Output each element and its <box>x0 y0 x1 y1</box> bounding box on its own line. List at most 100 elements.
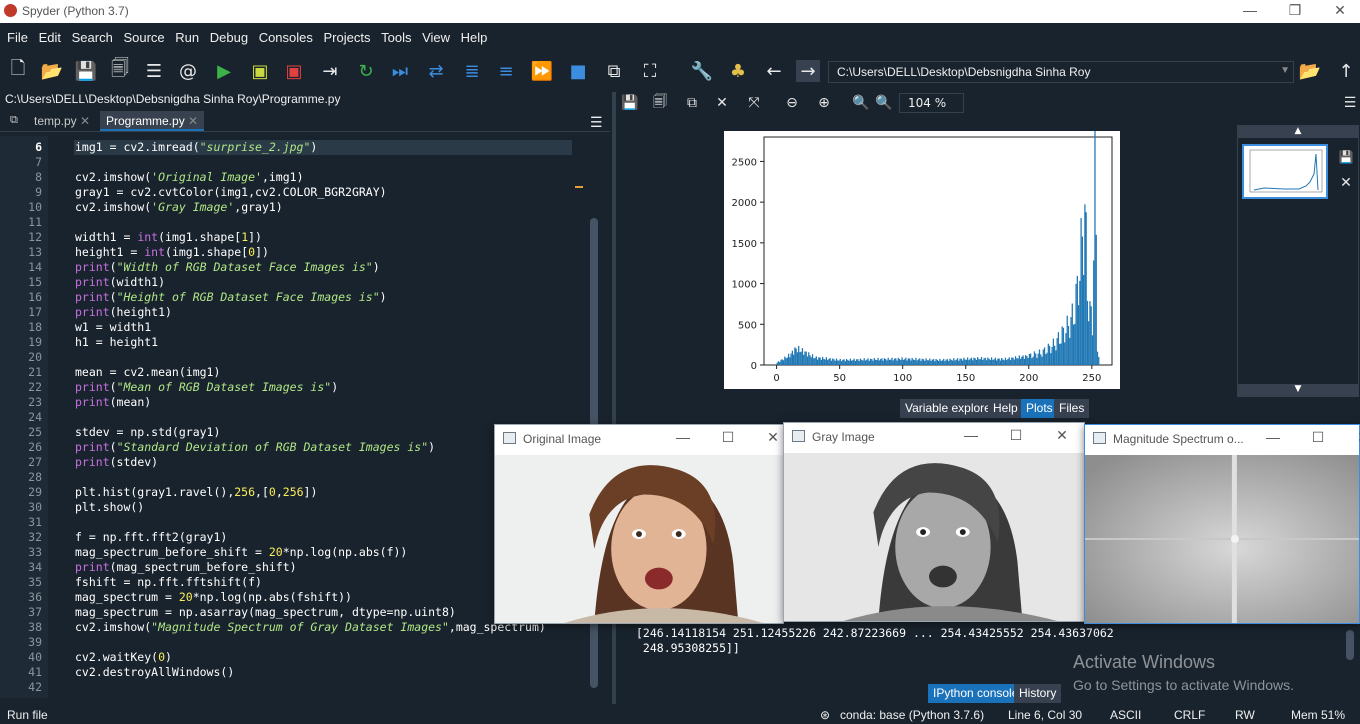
zoom-level-field[interactable]: 104 % <box>899 93 964 113</box>
close-button[interactable]: ✕ <box>1052 427 1072 444</box>
gray-image-titlebar[interactable]: Gray Image — ☐ ✕ <box>784 423 1084 451</box>
menu-tools[interactable]: Tools <box>381 30 411 45</box>
code-token: print <box>75 305 110 319</box>
minimize-button[interactable]: — <box>961 427 981 443</box>
preferences-wrench-icon[interactable]: 🔧 <box>690 60 714 82</box>
open-file-icon[interactable]: 📂 <box>40 60 64 82</box>
save-icon[interactable]: 💾 <box>74 60 98 82</box>
forward-arrow-icon[interactable]: → <box>796 60 820 82</box>
histogram-bar <box>1009 360 1012 365</box>
browse-folder-icon[interactable]: 📂 <box>1298 60 1322 82</box>
working-directory-input[interactable]: C:\Users\DELL\Desktop\Debsnigdha Sinha R… <box>828 61 1294 83</box>
tab-history[interactable]: History <box>1014 684 1062 703</box>
line-number: 27 <box>28 455 42 469</box>
editor-options-menu-icon[interactable]: ☰ <box>584 111 609 131</box>
zoom-out-icon[interactable]: 🔍 <box>849 92 873 114</box>
python-path-icon[interactable]: ♣ <box>726 60 750 82</box>
save-thumb-icon[interactable]: 💾 <box>1334 146 1358 168</box>
tab-files[interactable]: Files <box>1054 399 1090 418</box>
previous-plot-icon[interactable]: ⊖ <box>780 92 804 114</box>
tab-help[interactable]: Help <box>988 399 1023 418</box>
minimize-button[interactable]: — <box>1263 429 1283 445</box>
plots-options-menu-icon[interactable]: ☰ <box>1338 92 1360 114</box>
rerun-icon[interactable]: ↻ <box>354 60 378 82</box>
close-tab-icon[interactable]: ✕ <box>80 114 90 128</box>
close-button[interactable]: ✕ <box>1353 429 1360 446</box>
browse-tabs-icon[interactable]: ⧉ <box>4 111 24 131</box>
line-number: 28 <box>28 470 42 484</box>
histogram-bar <box>1056 338 1058 365</box>
tab-plots[interactable]: Plots <box>1021 399 1058 418</box>
step-into-icon[interactable]: ≣ <box>460 60 484 82</box>
menu-run[interactable]: Run <box>175 30 199 45</box>
tab-variable-explorer[interactable]: Variable explorer <box>900 399 1000 418</box>
histogram-bar <box>926 360 928 365</box>
histogram-bar <box>1088 321 1090 365</box>
menu-edit[interactable]: Edit <box>39 30 61 45</box>
histogram-bar <box>1001 358 1003 365</box>
maximize-button[interactable]: ☐ <box>1006 427 1026 444</box>
step-icon[interactable]: ⇄ <box>424 60 448 82</box>
stop-icon[interactable]: ■ <box>566 60 590 82</box>
maximize-pane-icon[interactable]: ⧉ <box>602 60 626 82</box>
console-scrollbar[interactable] <box>1346 630 1354 660</box>
new-file-icon[interactable]: 🗋 <box>6 58 30 82</box>
close-button[interactable]: ✕ <box>1330 2 1350 20</box>
maximize-button[interactable]: ☐ <box>718 429 738 446</box>
minimize-button[interactable]: — <box>673 429 693 445</box>
gray-image-window[interactable]: Gray Image — ☐ ✕ <box>783 422 1085 622</box>
chevron-down-icon[interactable]: ▼ <box>1280 65 1290 76</box>
menu-source[interactable]: Source <box>123 30 164 45</box>
zoom-in-icon[interactable]: 🔍 <box>872 92 896 114</box>
plot-thumbnail[interactable] <box>1242 144 1328 199</box>
maximize-button[interactable]: ☐ <box>1308 429 1328 446</box>
step-return-icon[interactable]: ≡ <box>494 60 518 82</box>
line-number-gutter: 6 7 8 9 10 11 12 13 14 15 16 17 18 19 20 21 22 23 24 25 26 27… <box>0 136 48 698</box>
histogram-bar <box>954 360 956 365</box>
list-icon[interactable]: ☰ <box>142 60 166 82</box>
run-icon[interactable]: ▶ <box>212 60 236 82</box>
restore-button[interactable]: ❐ <box>1285 2 1305 20</box>
menu-projects[interactable]: Projects <box>324 30 371 45</box>
thumb-scroll-down-icon[interactable]: ▼ <box>1238 384 1358 396</box>
back-arrow-icon[interactable]: ← <box>762 60 786 82</box>
continue-icon[interactable]: ⏩ <box>530 60 554 82</box>
menu-search[interactable]: Search <box>72 30 113 45</box>
histogram-bar <box>858 360 860 365</box>
thumb-scroll-up-icon[interactable]: ▲ <box>1238 126 1358 138</box>
save-all-icon[interactable]: 🗐 <box>108 58 132 82</box>
tab-programme[interactable]: Programme.py ✕ <box>100 111 205 131</box>
original-image-titlebar[interactable]: Original Image — ☐ ✕ <box>495 425 783 453</box>
run-cell-advance-icon[interactable]: ▣ <box>282 60 306 82</box>
histogram-bar <box>784 356 786 365</box>
minimize-button[interactable]: — <box>1240 2 1260 20</box>
tab-temp[interactable]: temp.py ✕ <box>28 111 96 131</box>
debug-icon[interactable]: ⏭ <box>388 60 412 82</box>
histogram-bar <box>801 348 804 365</box>
menu-file[interactable]: File <box>7 30 28 45</box>
close-button[interactable]: ✕ <box>763 429 783 446</box>
menu-view[interactable]: View <box>422 30 450 45</box>
original-image-window[interactable]: Original Image — ☐ ✕ <box>494 424 784 624</box>
remove-all-plots-icon[interactable]: ⤧ <box>742 92 766 114</box>
close-tab-icon[interactable]: ✕ <box>188 114 198 128</box>
magnitude-spectrum-window[interactable]: Magnitude Spectrum o... — ☐ ✕ <box>1084 424 1360 624</box>
remove-plot-icon[interactable]: ✕ <box>710 92 734 114</box>
tab-ipython-console[interactable]: IPython console <box>928 684 1024 703</box>
run-selection-icon[interactable]: ⇥ <box>318 60 342 82</box>
magnitude-spectrum-titlebar[interactable]: Magnitude Spectrum o... — ☐ ✕ <box>1085 425 1360 453</box>
copy-plot-icon[interactable]: ⧉ <box>680 92 704 114</box>
menu-debug[interactable]: Debug <box>210 30 248 45</box>
parent-dir-arrow-icon[interactable]: ↑ <box>1334 60 1358 82</box>
save-all-plots-icon[interactable]: 🗐 <box>648 92 672 114</box>
histogram-bar <box>896 360 898 365</box>
remove-thumb-icon[interactable]: ✕ <box>1334 172 1358 194</box>
next-plot-icon[interactable]: ⊕ <box>812 92 836 114</box>
code-token: print <box>75 440 110 454</box>
menu-help[interactable]: Help <box>461 30 488 45</box>
save-plot-icon[interactable]: 💾 <box>618 92 642 114</box>
fullscreen-icon[interactable]: ⛶ <box>638 60 662 82</box>
run-cell-icon[interactable]: ▣ <box>248 60 272 82</box>
menu-consoles[interactable]: Consoles <box>259 30 313 45</box>
at-icon[interactable]: @ <box>176 60 200 82</box>
